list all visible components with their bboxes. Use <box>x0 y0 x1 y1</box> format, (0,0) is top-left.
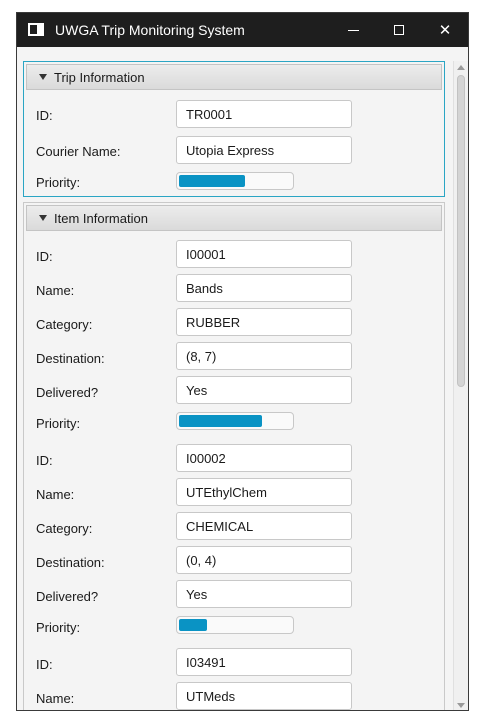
item-id-label: ID: <box>36 453 53 468</box>
item-delivered-label: Delivered? <box>36 385 99 400</box>
expand-arrow-icon <box>39 74 47 80</box>
maximize-button[interactable] <box>376 13 422 47</box>
scroll-content: Trip Information ID: TR0001 Courier Name… <box>17 47 468 710</box>
app-window: UWGA Trip Monitoring System ✕ Trip Infor… <box>16 12 469 711</box>
expand-arrow-icon <box>39 215 47 221</box>
minimize-button[interactable] <box>330 13 376 47</box>
item-destination-field[interactable]: (8, 7) <box>176 342 352 370</box>
item-name-field[interactable]: UTEthylChem <box>176 478 352 506</box>
item-priority-bar <box>176 616 294 634</box>
scroll-down-arrow-icon[interactable] <box>457 703 465 708</box>
trip-priority-label: Priority: <box>36 175 81 190</box>
maximize-icon <box>394 25 404 35</box>
item-name-label: Name: <box>36 487 75 502</box>
minimize-icon <box>347 29 359 31</box>
item-priority-bar <box>176 412 294 430</box>
item-delivered-field[interactable]: Yes <box>176 376 352 404</box>
close-button[interactable]: ✕ <box>422 13 468 47</box>
item-information-header[interactable]: Item Information <box>26 205 442 231</box>
item-delivered-label: Delivered? <box>36 589 99 604</box>
item-category-field[interactable]: RUBBER <box>176 308 352 336</box>
item-category-label: Category: <box>36 521 93 536</box>
item-priority-fill <box>179 619 207 631</box>
item-priority-label: Priority: <box>36 620 81 635</box>
item-information-pane: Item Information ID: I00001 Name: Bands … <box>23 202 445 710</box>
title-bar[interactable]: UWGA Trip Monitoring System ✕ <box>17 13 468 47</box>
trip-id-label: ID: <box>36 108 53 123</box>
item-name-label: Name: <box>36 691 75 706</box>
item-category-field[interactable]: CHEMICAL <box>176 512 352 540</box>
scroll-thumb[interactable] <box>457 75 465 387</box>
item-priority-label: Priority: <box>36 416 81 431</box>
item-id-field[interactable]: I00001 <box>176 240 352 268</box>
item-destination-label: Destination: <box>36 555 105 570</box>
courier-name-field[interactable]: Utopia Express <box>176 136 352 164</box>
item-id-field[interactable]: I00002 <box>176 444 352 472</box>
item-delivered-field[interactable]: Yes <box>176 580 352 608</box>
item-destination-label: Destination: <box>36 351 105 366</box>
item-name-label: Name: <box>36 283 75 298</box>
scroll-up-arrow-icon[interactable] <box>457 65 465 70</box>
trip-priority-bar <box>176 172 294 190</box>
trip-information-pane: Trip Information ID: TR0001 Courier Name… <box>23 61 445 197</box>
item-information-title: Item Information <box>54 211 148 226</box>
item-destination-field[interactable]: (0, 4) <box>176 546 352 574</box>
trip-information-header[interactable]: Trip Information <box>26 64 442 90</box>
close-icon: ✕ <box>438 22 452 39</box>
item-category-label: Category: <box>36 317 93 332</box>
item-name-field[interactable]: UTMeds <box>176 682 352 710</box>
item-priority-fill <box>179 415 262 427</box>
trip-priority-fill <box>179 175 245 187</box>
trip-id-field[interactable]: TR0001 <box>176 100 352 128</box>
window-title: UWGA Trip Monitoring System <box>55 22 245 38</box>
item-name-field[interactable]: Bands <box>176 274 352 302</box>
app-icon <box>28 23 44 36</box>
item-id-field[interactable]: I03491 <box>176 648 352 676</box>
vertical-scrollbar[interactable] <box>453 61 468 710</box>
trip-information-title: Trip Information <box>54 70 145 85</box>
courier-name-label: Courier Name: <box>36 144 121 159</box>
item-id-label: ID: <box>36 657 53 672</box>
item-id-label: ID: <box>36 249 53 264</box>
